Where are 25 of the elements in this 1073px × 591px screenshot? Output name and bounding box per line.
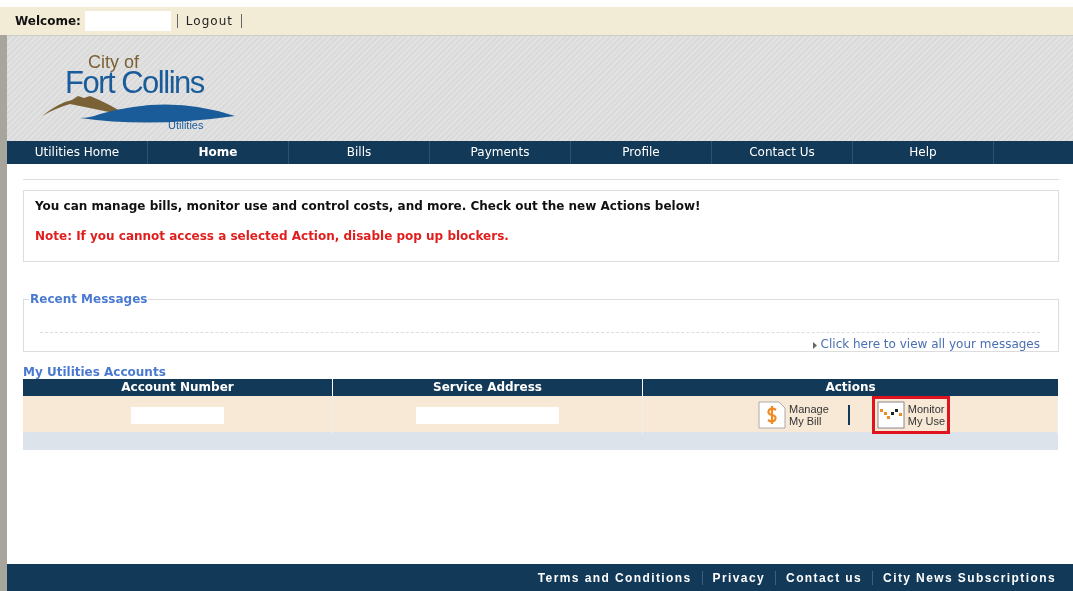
footer-link[interactable]: Contact us (779, 570, 870, 585)
view-messages-link[interactable]: Click here to view all your messages (820, 337, 1040, 351)
footer-link[interactable]: Privacy (705, 570, 773, 585)
action-link[interactable]: Manage My Bill (753, 396, 834, 434)
warning-text: Note: If you cannot access a selected Action, disable pop up blockers. (35, 229, 510, 243)
nav-tab[interactable]: Utilities Home (7, 141, 148, 164)
caret-icon (812, 342, 817, 349)
nav-tab[interactable]: Profile (571, 141, 712, 164)
section-title: My Utilities Accounts (23, 365, 167, 379)
nav-tab[interactable]: Payments (430, 141, 571, 164)
welcome-label: Welcome: (15, 14, 81, 28)
footer-link[interactable]: City News Subscriptions (876, 570, 1063, 585)
nav-tab[interactable]: Home (148, 141, 289, 164)
notice-text: You can manage bills, monitor use and control costs, and more. Check out the new Actions below! (35, 199, 702, 213)
column-header: Actions (824, 379, 877, 396)
action-link[interactable]: Monitor My Use (871, 396, 951, 434)
nav-tab[interactable]: Bills (289, 141, 430, 164)
section-title: Recent Messages (29, 292, 149, 306)
nav-tab[interactable]: Contact Us (712, 141, 853, 164)
dollar-document-icon (758, 401, 786, 429)
nav-tab[interactable]: Help (853, 141, 994, 164)
logout-link[interactable]: Logout (185, 14, 233, 28)
chart-icon (876, 401, 905, 429)
footer-link[interactable]: Terms and Conditions (530, 570, 699, 585)
logo-text: Utilities (168, 120, 204, 131)
